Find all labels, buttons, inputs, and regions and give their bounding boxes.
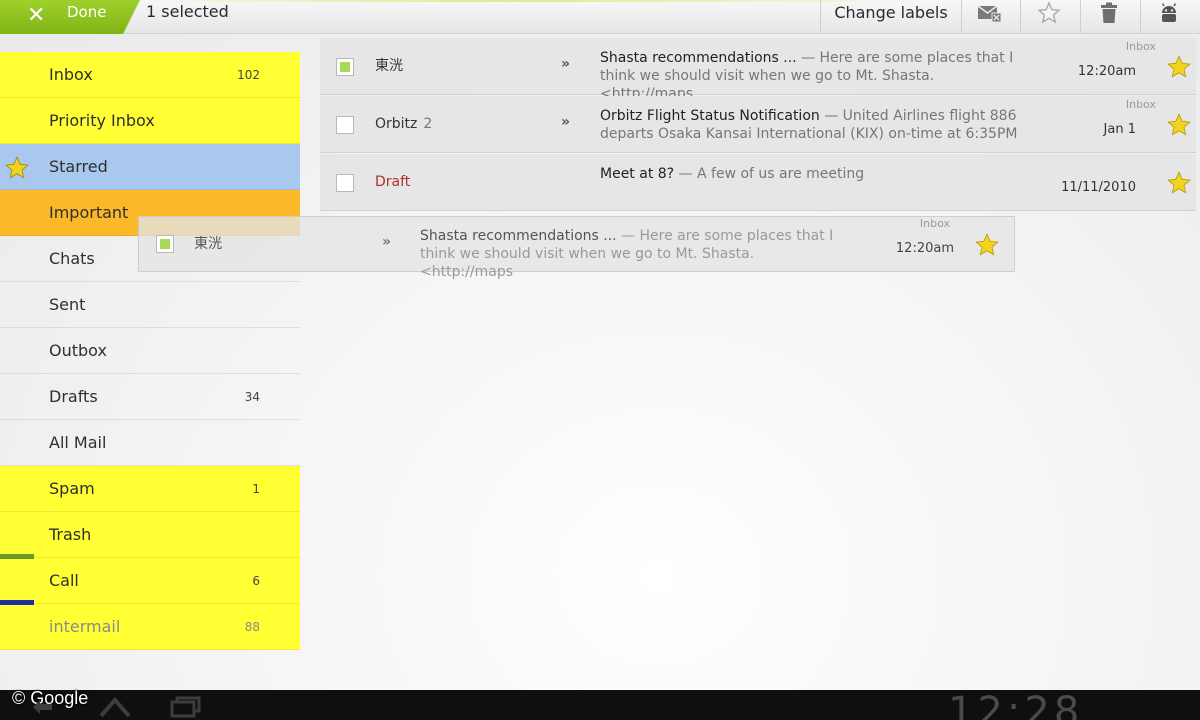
star-icon	[974, 232, 1000, 262]
star-icon[interactable]	[1166, 54, 1192, 84]
conversation-folder: Inbox	[919, 217, 950, 230]
star-icon[interactable]	[1166, 112, 1192, 142]
sidebar-item-call[interactable]: Call 6	[0, 554, 300, 604]
conversation-summary: Meet at 8? — A few of us are meeting	[600, 165, 1020, 183]
sidebar-item-priority-inbox[interactable]: Priority Inbox	[0, 98, 300, 144]
conversation-subject: Shasta recommendations ...	[420, 228, 617, 244]
conversation-checkbox[interactable]	[336, 116, 354, 134]
sidebar-item-spam[interactable]: Spam 1	[0, 466, 300, 512]
star-icon	[4, 155, 30, 185]
conversation-checkbox	[156, 235, 174, 253]
unread-count: 34	[244, 390, 260, 404]
sidebar-item-label: All Mail	[49, 433, 107, 452]
sidebar-item-outbox[interactable]: Outbox	[0, 328, 300, 374]
conversation-summary: Shasta recommendations ... — Here are so…	[420, 227, 840, 281]
unread-count: 1	[252, 482, 260, 496]
unread-count: 6	[252, 574, 260, 588]
recent-apps-icon	[170, 696, 201, 718]
conversation-date: 12:20am	[895, 241, 954, 256]
conversation-row[interactable]: Draft Meet at 8? — A few of us are meetin…	[320, 154, 1196, 211]
priority-marker: »	[382, 234, 392, 250]
conversation-subject: Meet at 8?	[600, 166, 675, 182]
sidebar-item-label: Sent	[49, 295, 86, 314]
sidebar-item-inbox[interactable]: Inbox 102	[0, 52, 300, 98]
mail-report-icon	[977, 5, 1002, 23]
overflow-menu-button[interactable]	[1140, 0, 1198, 26]
done-label: Done	[67, 3, 107, 21]
conversation-sender: 東洸	[375, 57, 409, 75]
sidebar-item-sent[interactable]: Sent	[0, 282, 300, 328]
report-spam-button[interactable]	[961, 0, 1019, 26]
back-icon	[33, 700, 52, 714]
conversation-folder: Inbox	[1125, 98, 1156, 111]
sender-name: Orbitz	[375, 116, 418, 132]
conversation-row[interactable]: Orbitz 2 » Orbitz Flight Status Notificatio…	[320, 96, 1196, 153]
conversation-snippet: — A few of us are meeting	[674, 166, 865, 182]
conversation-subject: Shasta recommendations ...	[600, 50, 797, 66]
home-icon	[99, 696, 131, 718]
sender-name: Draft	[375, 174, 411, 190]
done-button[interactable]: ✕ Done	[0, 0, 140, 34]
conversation-summary: Shasta recommendations ... — Here are so…	[600, 49, 1020, 103]
star-outline-icon	[1037, 1, 1061, 24]
home-button[interactable]	[98, 694, 132, 720]
conversation-subject: Orbitz Flight Status Notification	[600, 108, 820, 124]
sidebar-item-label: intermail	[49, 617, 121, 636]
conversation-date: 12:20am	[1077, 64, 1136, 79]
sidebar-item-label: Drafts	[49, 387, 98, 406]
conversation-checkbox[interactable]	[336, 58, 354, 76]
conversation-checkbox[interactable]	[336, 174, 354, 192]
sidebar-item-trash[interactable]: Trash	[0, 512, 300, 558]
star-button[interactable]	[1020, 0, 1078, 26]
sidebar-item-label: Chats	[49, 249, 95, 268]
sidebar-item-intermail[interactable]: intermail 88	[0, 600, 300, 650]
conversation-sender: Draft	[375, 173, 416, 191]
status-clock: 12:28	[948, 690, 1084, 720]
sidebar-item-label: Call	[49, 571, 79, 590]
conversation-row[interactable]: 東洸 » Shasta recommendations ... — Here are…	[320, 38, 1196, 102]
conversation-sender: 東洸	[194, 236, 222, 252]
conversation-sender: Orbitz 2	[375, 115, 432, 133]
sidebar-item-label: Starred	[49, 157, 108, 176]
conversation-date: 11/11/2010	[1061, 180, 1136, 195]
label-color-swatch	[0, 600, 34, 605]
label-color-swatch	[0, 554, 34, 559]
label-sidebar: Inbox 102 Priority Inbox Starred Important Ch…	[0, 52, 300, 690]
sidebar-item-drafts[interactable]: Drafts 34	[0, 374, 300, 420]
unread-count: 102	[237, 68, 260, 82]
sidebar-item-starred[interactable]: Starred	[0, 144, 300, 190]
conversation-date: Jan 1	[1103, 122, 1136, 137]
drag-ghost-conversation: 東洸 » Shasta recommendations ... — Here a…	[138, 216, 1015, 280]
sidebar-item-label: Inbox	[49, 65, 93, 84]
sidebar-item-label: Outbox	[49, 341, 107, 360]
conversation-folder: Inbox	[1125, 40, 1156, 53]
unread-count: 88	[244, 620, 260, 634]
sidebar-item-label: Important	[49, 203, 129, 222]
sidebar-item-all-mail[interactable]: All Mail	[0, 420, 300, 466]
delete-button[interactable]	[1080, 0, 1138, 26]
change-labels-button[interactable]: Change labels	[821, 0, 961, 26]
message-count: 2	[423, 116, 433, 132]
trash-icon	[1101, 2, 1117, 23]
sidebar-item-label: Trash	[49, 525, 92, 544]
sidebar-item-label: Spam	[49, 479, 95, 498]
selection-count: 1 selected	[146, 2, 229, 21]
priority-marker: »	[561, 56, 571, 72]
android-robot-icon	[1161, 3, 1177, 22]
priority-marker: »	[561, 114, 571, 130]
star-icon[interactable]	[1166, 170, 1192, 200]
close-icon: ✕	[27, 3, 46, 28]
back-button[interactable]	[30, 694, 58, 720]
conversation-summary: Orbitz Flight Status Notification — Unit…	[600, 107, 1020, 143]
sender-name: 東洸	[375, 58, 403, 74]
recent-apps-button[interactable]	[168, 694, 202, 720]
sidebar-item-label: Priority Inbox	[49, 111, 155, 130]
action-bar: ✕ Done 1 selected Change labels	[0, 0, 1200, 34]
